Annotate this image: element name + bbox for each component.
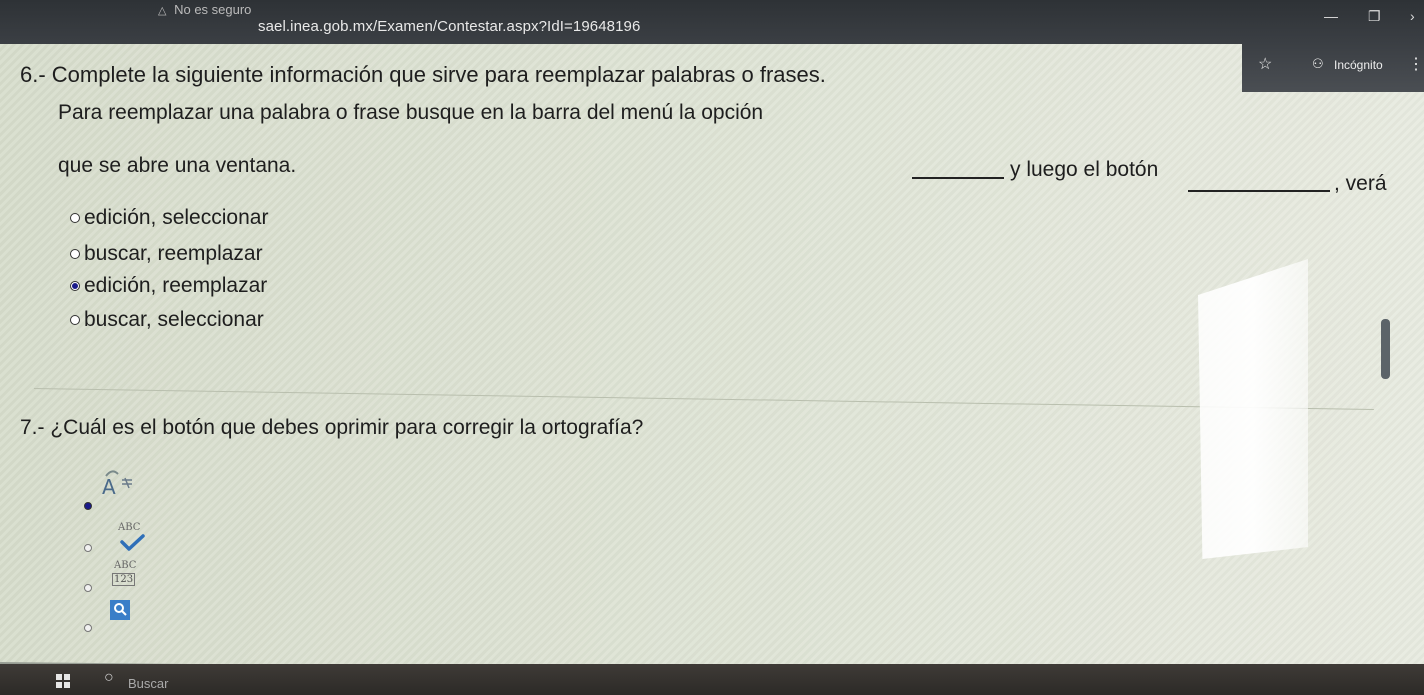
menu-icon[interactable]: ⋮ bbox=[1408, 54, 1424, 74]
screen-glare bbox=[1198, 259, 1308, 559]
scrollbar-thumb[interactable] bbox=[1381, 319, 1390, 379]
radio-button[interactable] bbox=[70, 249, 80, 259]
q7-option-1[interactable]: A bbox=[84, 468, 144, 518]
browser-toolbar-right: ☆ ⚇ Incógnito ⋮ bbox=[1242, 44, 1424, 92]
section-divider bbox=[33, 388, 1374, 411]
q6-option-2[interactable]: buscar, reemplazar bbox=[70, 242, 263, 266]
search-icon[interactable]: ○ bbox=[104, 669, 114, 687]
address-bar[interactable]: sael.inea.gob.mx/Examen/Contestar.aspx?I… bbox=[258, 18, 640, 35]
close-icon[interactable]: › bbox=[1410, 8, 1415, 24]
question-6-line-2: que se abre una ventana. bbox=[58, 154, 297, 177]
restore-icon[interactable]: ❐ bbox=[1368, 8, 1381, 25]
radio-button[interactable] bbox=[84, 624, 92, 632]
word-count-icon-top: ABC bbox=[114, 560, 137, 571]
svg-text:A: A bbox=[102, 475, 116, 498]
warning-icon: △ bbox=[158, 5, 167, 17]
question-6-title: 6.- Complete la siguiente información qu… bbox=[20, 62, 826, 87]
taskbar: ○ Buscar bbox=[0, 664, 1424, 695]
incognito-icon: ⚇ bbox=[1312, 56, 1324, 71]
spelling-check-icon-label: ABC bbox=[118, 522, 141, 533]
radio-button[interactable] bbox=[84, 584, 92, 592]
q7-option-2[interactable]: ABC bbox=[84, 518, 154, 556]
q7-option-4[interactable] bbox=[84, 600, 154, 640]
q6-option-4[interactable]: buscar, seleccionar bbox=[70, 308, 264, 332]
question-6-tail: , verá bbox=[1334, 172, 1387, 195]
browser-titlebar: △ No es seguro sael.inea.gob.mx/Examen/C… bbox=[0, 0, 1424, 44]
minimize-icon[interactable]: — bbox=[1324, 8, 1338, 24]
q6-option-1[interactable]: edición, seleccionar bbox=[70, 206, 268, 230]
radio-button[interactable] bbox=[70, 213, 80, 223]
font-color-icon: A bbox=[102, 470, 132, 498]
windows-start-icon[interactable] bbox=[56, 674, 70, 688]
radio-button-selected[interactable] bbox=[84, 502, 92, 510]
bookmark-star-icon[interactable]: ☆ bbox=[1258, 54, 1272, 74]
spelling-check-icon bbox=[120, 534, 145, 551]
answer-blank-1 bbox=[912, 176, 1004, 179]
incognito-label[interactable]: Incógnito bbox=[1334, 58, 1383, 72]
q6-option-3[interactable]: edición, reemplazar bbox=[70, 274, 267, 298]
page-content: 6.- Complete la siguiente información qu… bbox=[0, 44, 1424, 687]
radio-button[interactable] bbox=[84, 544, 92, 552]
question-7-title: 7.- ¿Cuál es el botón que debes oprimir … bbox=[20, 416, 644, 439]
question-6-line-1: Para reemplazar una palabra o frase busq… bbox=[58, 101, 764, 124]
radio-button-selected[interactable] bbox=[70, 281, 80, 291]
taskbar-search[interactable]: Buscar bbox=[128, 676, 168, 691]
q7-option-3[interactable]: ABC 123 bbox=[84, 558, 154, 598]
radio-button[interactable] bbox=[70, 315, 80, 325]
security-warning[interactable]: △ No es seguro bbox=[158, 2, 251, 17]
answer-blank-2 bbox=[1188, 189, 1330, 192]
find-icon bbox=[110, 600, 130, 620]
word-count-icon: 123 bbox=[112, 573, 136, 586]
question-6-line-3: y luego el botón bbox=[1010, 158, 1159, 181]
